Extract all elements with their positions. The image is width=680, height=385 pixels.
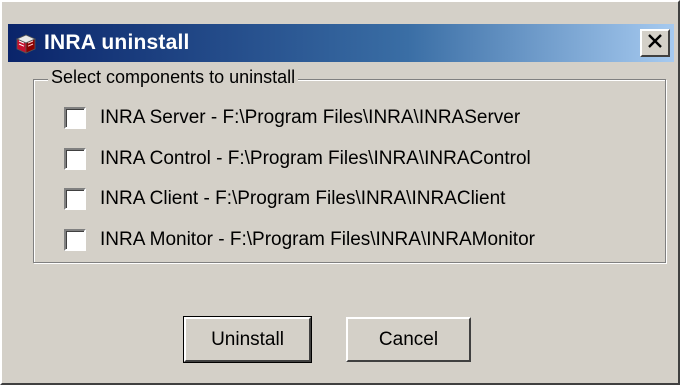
window-title: INRA uninstall	[44, 31, 190, 54]
uninstall-button[interactable]: Uninstall	[183, 316, 312, 363]
checkbox-inra-client[interactable]	[64, 188, 86, 210]
close-icon	[647, 33, 663, 53]
option-label: INRA Server - F:\Program Files\INRA\INRA…	[100, 107, 521, 128]
option-inra-client[interactable]: INRA Client - F:\Program Files\INRA\INRA…	[64, 188, 505, 210]
uninstall-dialog: INRA uninstall Select components to unin…	[0, 0, 680, 385]
option-label: INRA Client - F:\Program Files\INRA\INRA…	[100, 188, 506, 209]
option-inra-control[interactable]: INRA Control - F:\Program Files\INRA\INR…	[64, 148, 531, 170]
uninstall-box-icon	[14, 31, 38, 55]
option-label: INRA Control - F:\Program Files\INRA\INR…	[100, 148, 531, 169]
cancel-button[interactable]: Cancel	[346, 317, 471, 362]
title-bar[interactable]: INRA uninstall	[8, 24, 674, 62]
option-inra-server[interactable]: INRA Server - F:\Program Files\INRA\INRA…	[64, 107, 520, 129]
checkbox-inra-control[interactable]	[64, 148, 86, 170]
group-label: Select components to uninstall	[48, 67, 299, 88]
close-button[interactable]	[640, 29, 670, 57]
checkbox-inra-server[interactable]	[64, 107, 86, 129]
components-group: Select components to uninstall INRA Serv…	[33, 67, 666, 263]
option-label: INRA Monitor - F:\Program Files\INRA\INR…	[100, 229, 535, 250]
option-inra-monitor[interactable]: INRA Monitor - F:\Program Files\INRA\INR…	[64, 229, 535, 251]
checkbox-inra-monitor[interactable]	[64, 229, 86, 251]
